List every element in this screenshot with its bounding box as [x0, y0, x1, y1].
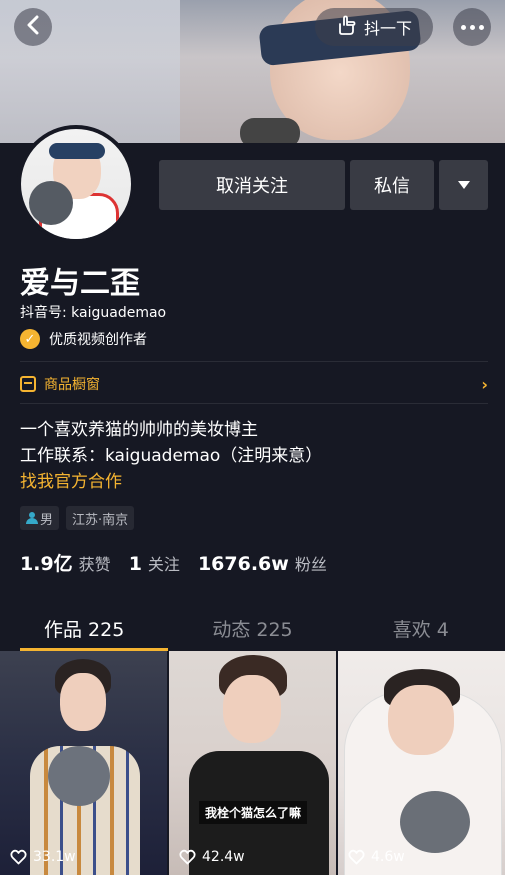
video-likes: 33.1w	[10, 849, 76, 865]
tab-moments[interactable]: 动态 225	[168, 605, 336, 651]
back-icon	[26, 15, 40, 39]
followers-label[interactable]: 粉丝	[295, 551, 327, 575]
message-button[interactable]: 私信	[350, 160, 434, 210]
heart-icon	[179, 849, 196, 865]
following-label[interactable]: 关注	[148, 551, 180, 575]
creator-badge: ✓ 优质视频创作者	[20, 328, 147, 350]
gender-male-icon	[26, 512, 38, 524]
profile-name: 爱与二歪	[20, 266, 140, 301]
cover-microphone	[240, 118, 300, 143]
chevron-right-icon: ›	[481, 374, 488, 394]
video-thumbnail[interactable]: 33.1w	[0, 651, 167, 875]
following-count[interactable]: 1	[129, 553, 142, 575]
profile-tags: 男 江苏·南京	[20, 506, 135, 530]
more-icon	[460, 24, 484, 30]
dropdown-icon	[457, 181, 470, 189]
video-likes-count: 33.1w	[33, 849, 76, 865]
video-likes: 42.4w	[179, 849, 245, 865]
video-grid: 33.1w 我栓个猫怎么了嘛 42.4w 4.6w	[0, 651, 505, 875]
tab-likes[interactable]: 喜欢 4	[337, 605, 505, 651]
video-thumbnail[interactable]: 4.6w	[338, 651, 505, 875]
divider	[20, 361, 488, 362]
heart-icon	[348, 849, 365, 865]
douyin-id: 抖音号: kaiguademao	[20, 305, 167, 321]
video-likes-count: 42.4w	[202, 849, 245, 865]
official-cooperation-link[interactable]: 找我官方合作	[20, 469, 322, 495]
followers-count[interactable]: 1676.6w	[198, 553, 289, 575]
bio-line: 一个喜欢养猫的帅帅的美妆博主	[20, 420, 258, 440]
shop-window-row[interactable]: 商品橱窗 ›	[20, 372, 488, 396]
stats-row: 1.9亿 获赞 1 关注 1676.6w 粉丝	[20, 549, 345, 576]
unfollow-button[interactable]: 取消关注	[159, 160, 345, 210]
shop-icon	[20, 376, 36, 392]
tab-works[interactable]: 作品 225	[0, 605, 169, 651]
video-caption: 我栓个猫怎么了嘛	[199, 801, 308, 824]
video-likes-count: 4.6w	[371, 849, 405, 865]
heart-icon	[10, 849, 27, 865]
content-tabs: 作品 225 动态 225 喜欢 4	[0, 605, 505, 651]
creator-badge-label: 优质视频创作者	[49, 332, 147, 348]
likes-label: 获赞	[78, 555, 111, 574]
bio-line: 工作联系：kaiguademao（注明来意）	[20, 446, 323, 466]
likes-count: 1.9亿	[20, 553, 73, 575]
divider	[20, 403, 488, 404]
video-likes: 4.6w	[348, 849, 405, 865]
location-tag: 江苏·南京	[66, 506, 135, 530]
shake-button[interactable]: 抖一下	[315, 8, 433, 46]
dropdown-button[interactable]	[439, 160, 488, 210]
more-button[interactable]	[453, 8, 491, 46]
shake-hand-icon	[336, 14, 358, 40]
back-button[interactable]	[14, 8, 52, 46]
video-thumbnail[interactable]: 我栓个猫怎么了嘛 42.4w	[169, 651, 336, 875]
gender-tag: 男	[20, 506, 60, 530]
shake-label: 抖一下	[363, 19, 412, 38]
gender-label: 男	[40, 512, 54, 528]
bio: 一个喜欢养猫的帅帅的美妆博主 工作联系：kaiguademao（注明来意） 找我…	[20, 417, 322, 495]
shop-label: 商品橱窗	[44, 377, 100, 393]
avatar[interactable]	[17, 125, 135, 243]
verified-check-icon: ✓	[20, 329, 40, 349]
